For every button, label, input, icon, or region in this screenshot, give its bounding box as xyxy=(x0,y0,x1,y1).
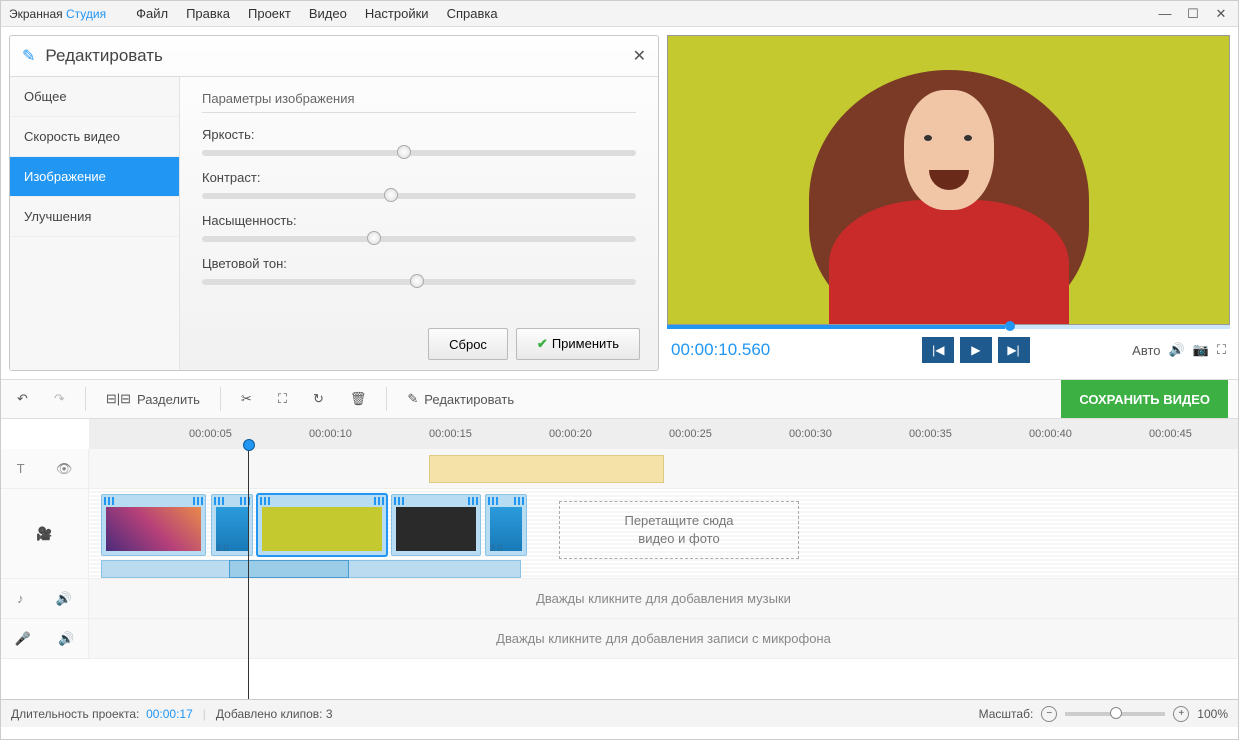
slider-label-2: Насыщенность: xyxy=(202,213,636,228)
ruler-tick: 00:00:30 xyxy=(789,428,832,440)
volume-icon[interactable]: 🔊 xyxy=(1169,342,1185,358)
visibility-icon[interactable]: 👁 xyxy=(56,461,73,477)
video-clip[interactable] xyxy=(391,494,481,556)
next-frame-button[interactable]: ▶| xyxy=(998,337,1030,363)
ruler-tick: 00:00:35 xyxy=(909,428,952,440)
play-button[interactable]: ▶ xyxy=(960,337,992,363)
prev-frame-button[interactable]: |◀ xyxy=(922,337,954,363)
edit-tab-general[interactable]: Общее xyxy=(10,77,179,117)
save-video-button[interactable]: СОХРАНИТЬ ВИДЕО xyxy=(1061,380,1228,418)
video-subtrack-selected[interactable] xyxy=(229,560,349,578)
zoom-label: Масштаб: xyxy=(979,707,1034,721)
slider-label-0: Яркость: xyxy=(202,127,636,142)
edit-button[interactable]: ✎Редактировать xyxy=(401,387,520,411)
menu-edit[interactable]: Правка xyxy=(186,6,230,21)
zoom-in-button[interactable]: + xyxy=(1173,706,1189,722)
clips-count: Добавлено клипов: 3 xyxy=(216,707,333,721)
music-track[interactable]: Дважды кликните для добавления музыки xyxy=(89,579,1238,618)
current-time: 00:00:10.560 xyxy=(671,340,770,360)
mute-mic-icon[interactable]: 🔊 xyxy=(58,631,74,647)
time-ruler[interactable]: 00:00:05 00:00:10 00:00:15 00:00:20 00:00:25… xyxy=(89,419,1238,449)
fullscreen-icon[interactable]: ⛶ xyxy=(1217,342,1226,358)
split-icon: ⊟|⊟ xyxy=(106,391,131,407)
edit-tab-image[interactable]: Изображение xyxy=(10,157,179,197)
minimize-icon[interactable]: — xyxy=(1156,6,1174,22)
mic-track-icon: 🎤 xyxy=(15,631,31,647)
cut-button[interactable]: ✂ xyxy=(235,387,258,411)
statusbar: Длительность проекта: 00:00:17 | Добавле… xyxy=(1,699,1238,727)
duration-label: Длительность проекта: 00:00:17 xyxy=(11,707,193,721)
ruler-tick: 00:00:40 xyxy=(1029,428,1072,440)
snapshot-icon[interactable]: 📷 xyxy=(1193,342,1209,358)
apply-button[interactable]: ✔Применить xyxy=(516,328,640,360)
ruler-tick: 00:00:15 xyxy=(429,428,472,440)
edit-tab-enhance[interactable]: Улучшения xyxy=(10,197,179,237)
video-track-icon: 🎥 xyxy=(36,526,52,542)
video-clip[interactable] xyxy=(101,494,206,556)
edit-sidebar: Общее Скорость видео Изображение Улучшен… xyxy=(10,77,180,370)
edit-tab-speed[interactable]: Скорость видео xyxy=(10,117,179,157)
ruler-tick: 00:00:45 xyxy=(1149,428,1192,440)
mute-music-icon[interactable]: 🔊 xyxy=(56,591,72,607)
split-button[interactable]: ⊟|⊟Разделить xyxy=(100,387,206,411)
music-track-icon: ♪ xyxy=(17,591,24,606)
video-clip[interactable] xyxy=(257,494,387,556)
slider-1[interactable] xyxy=(202,193,636,199)
ruler-tick: 00:00:25 xyxy=(669,428,712,440)
ruler-tick: 00:00:10 xyxy=(309,428,352,440)
slider-label-1: Контраст: xyxy=(202,170,636,185)
menu-file[interactable]: Файл xyxy=(136,6,168,21)
text-clip[interactable] xyxy=(429,455,664,483)
playback-progress[interactable] xyxy=(667,325,1230,329)
video-clip[interactable]: 2.0 xyxy=(485,494,527,556)
maximize-icon[interactable]: ☐ xyxy=(1184,6,1202,22)
zoom-out-button[interactable]: − xyxy=(1041,706,1057,722)
undo-button[interactable]: ↶ xyxy=(11,387,34,411)
mic-track[interactable]: Дважды кликните для добавления записи с … xyxy=(89,619,1238,658)
image-params-title: Параметры изображения xyxy=(202,91,636,113)
text-track-icon: T xyxy=(17,461,25,476)
crop-button[interactable]: ⛶ xyxy=(272,387,293,411)
redo-button[interactable]: ↷ xyxy=(48,387,71,411)
slider-0[interactable] xyxy=(202,150,636,156)
edit-panel-close-icon[interactable]: ✕ xyxy=(633,46,646,66)
edit-icon: ✎ xyxy=(22,46,35,66)
dropzone[interactable]: Перетащите сюда видео и фото xyxy=(559,501,799,559)
menu-project[interactable]: Проект xyxy=(248,6,291,21)
delete-button[interactable]: 🗑 xyxy=(344,387,373,411)
zoom-value: 100% xyxy=(1197,707,1228,721)
ruler-tick: 00:00:20 xyxy=(549,428,592,440)
edit-panel-title: Редактировать xyxy=(45,46,162,66)
slider-2[interactable] xyxy=(202,236,636,242)
slider-3[interactable] xyxy=(202,279,636,285)
menu-video[interactable]: Видео xyxy=(309,6,347,21)
reset-button[interactable]: Сброс xyxy=(428,328,508,360)
menu-settings[interactable]: Настройки xyxy=(365,6,429,21)
edit-btn-icon: ✎ xyxy=(407,391,418,407)
timeline: 00:00:05 00:00:10 00:00:15 00:00:20 00:00:25… xyxy=(1,419,1238,699)
video-clip[interactable]: 2.0 xyxy=(211,494,253,556)
zoom-slider[interactable] xyxy=(1065,712,1165,716)
rotate-button[interactable]: ↻ xyxy=(307,387,330,411)
menu-help[interactable]: Справка xyxy=(447,6,498,21)
video-preview[interactable] xyxy=(667,35,1230,325)
timeline-toolbar: ↶ ↷ ⊟|⊟Разделить ✂ ⛶ ↻ 🗑 ✎Редактировать … xyxy=(1,379,1238,419)
video-track[interactable]: Перетащите сюда видео и фото 2.0 2.0 xyxy=(89,489,1238,578)
ruler-tick: 00:00:05 xyxy=(189,428,232,440)
menu-bar: Файл Правка Проект Видео Настройки Справ… xyxy=(136,6,497,21)
app-title: Экранная Студия xyxy=(9,7,106,21)
playhead[interactable] xyxy=(248,449,249,699)
slider-label-3: Цветовой тон: xyxy=(202,256,636,271)
close-icon[interactable]: ✕ xyxy=(1212,6,1230,22)
titlebar: Экранная Студия Файл Правка Проект Видео… xyxy=(1,1,1238,27)
auto-label[interactable]: Авто xyxy=(1132,343,1160,358)
edit-panel: ✎ Редактировать ✕ Общее Скорость видео И… xyxy=(9,35,659,371)
